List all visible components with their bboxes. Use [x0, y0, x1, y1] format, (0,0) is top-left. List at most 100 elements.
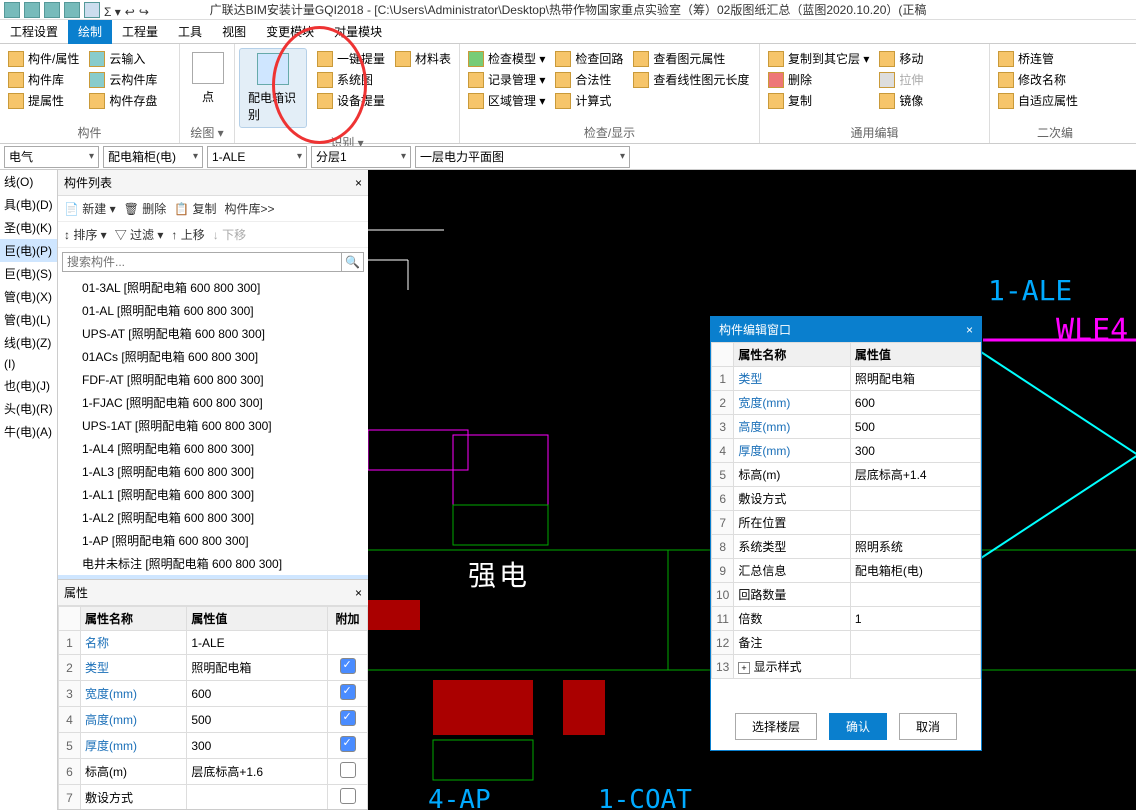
btn-copy[interactable]: 📋 复制: [174, 200, 216, 217]
dd-category[interactable]: 电气▾: [4, 146, 99, 168]
btn-one-key-qty[interactable]: 一键提量: [313, 48, 389, 69]
btn-copy[interactable]: 复制: [764, 90, 873, 111]
table-row[interactable]: 7敷设方式: [59, 785, 368, 810]
tree-item[interactable]: 圣(电)(K): [0, 216, 57, 239]
list-item[interactable]: 01ACs [照明配电箱 600 800 300]: [58, 345, 368, 368]
checkbox[interactable]: [340, 710, 356, 726]
checkbox[interactable]: [340, 788, 356, 804]
qat-icon[interactable]: [44, 2, 60, 18]
btn-cloud-lib[interactable]: 云构件库: [85, 69, 161, 90]
list-item[interactable]: 01-AL [照明配电箱 600 800 300]: [58, 299, 368, 322]
panel-close-icon[interactable]: ×: [355, 176, 362, 190]
btn-material-list[interactable]: 材料表: [391, 48, 455, 69]
btn-point[interactable]: 点: [184, 48, 232, 109]
btn-save-component[interactable]: 构件存盘: [85, 90, 161, 111]
btn-copy-layer[interactable]: 复制到其它层 ▾: [764, 48, 873, 69]
checkbox[interactable]: [340, 736, 356, 752]
list-item[interactable]: UPS-1AT [照明配电箱 600 800 300]: [58, 414, 368, 437]
search-icon[interactable]: 🔍: [342, 252, 364, 272]
btn-check-model[interactable]: 检查模型 ▾: [464, 48, 549, 69]
list-item[interactable]: 1-AP [照明配电箱 600 800 300]: [58, 529, 368, 552]
checkbox[interactable]: [340, 684, 356, 700]
btn-new[interactable]: 📄 新建 ▾: [64, 200, 116, 217]
tab-project-settings[interactable]: 工程设置: [0, 20, 68, 44]
tab-tools[interactable]: 工具: [168, 20, 212, 44]
btn-component-lib[interactable]: 构件库: [4, 69, 83, 90]
qat-icon[interactable]: [64, 2, 80, 18]
table-row[interactable]: 5标高(m)层底标高+1.4: [712, 463, 981, 487]
qat-icon[interactable]: [84, 2, 100, 18]
table-row[interactable]: 4厚度(mm)300: [712, 439, 981, 463]
tab-view[interactable]: 视图: [212, 20, 256, 44]
btn-rename[interactable]: 修改名称: [994, 69, 1082, 90]
tree-item[interactable]: 牛(电)(A): [0, 420, 57, 443]
table-row[interactable]: 1类型照明配电箱: [712, 367, 981, 391]
expand-icon[interactable]: +: [738, 662, 749, 674]
tab-change[interactable]: 变更模块: [256, 20, 324, 44]
table-row[interactable]: 12备注: [712, 631, 981, 655]
btn-record-mgmt[interactable]: 记录管理 ▾: [464, 69, 549, 90]
checkbox[interactable]: [340, 658, 356, 674]
btn-cancel[interactable]: 取消: [899, 713, 957, 740]
btn-move[interactable]: 移动: [875, 48, 927, 69]
table-row[interactable]: 7所在位置: [712, 511, 981, 535]
btn-calc[interactable]: 计算式: [551, 90, 627, 111]
btn-down[interactable]: ↓ 下移: [213, 226, 246, 243]
btn-confirm[interactable]: 确认: [829, 713, 887, 740]
table-row[interactable]: 13+显示样式: [712, 655, 981, 679]
btn-check-circuit[interactable]: 检查回路: [551, 48, 627, 69]
btn-device-qty[interactable]: 设备提量: [313, 90, 389, 111]
list-item[interactable]: UPS-AT [照明配电箱 600 800 300]: [58, 322, 368, 345]
btn-extract-props[interactable]: 提属性: [4, 90, 83, 111]
table-row[interactable]: 2类型照明配电箱: [59, 655, 368, 681]
left-nav-tree[interactable]: 线(O) 具(电)(D) 圣(电)(K) 巨(电)(P) 巨(电)(S) 管(电…: [0, 170, 58, 810]
table-row[interactable]: 9汇总信息配电箱柜(电): [712, 559, 981, 583]
tree-item-selected[interactable]: 巨(电)(P): [0, 239, 57, 262]
btn-cloud-input[interactable]: 云输入: [85, 48, 161, 69]
table-row[interactable]: 3宽度(mm)600: [59, 681, 368, 707]
list-item[interactable]: 01-3AL [照明配电箱 600 800 300]: [58, 276, 368, 299]
tree-item[interactable]: 巨(电)(S): [0, 262, 57, 285]
list-item[interactable]: 1-ALE [照明配电箱 600 800 300]: [58, 575, 368, 579]
list-item[interactable]: 1-AL2 [照明配电箱 600 800 300]: [58, 506, 368, 529]
btn-adaptive[interactable]: 自适应属性: [994, 90, 1082, 111]
edit-property-table[interactable]: 属性名称 属性值 1类型照明配电箱2宽度(mm)6003高度(mm)5004厚度…: [711, 342, 981, 679]
btn-sort[interactable]: ↕ 排序 ▾: [64, 226, 107, 243]
component-edit-window[interactable]: 构件编辑窗口 × 属性名称 属性值 1类型照明配电箱2宽度(mm)6003高度(…: [710, 316, 982, 751]
btn-up[interactable]: ↑ 上移: [171, 226, 204, 243]
btn-view-length[interactable]: 查看线性图元长度: [629, 69, 753, 90]
dd-drawing[interactable]: 一层电力平面图▾: [415, 146, 630, 168]
btn-stretch[interactable]: 拉伸: [875, 69, 927, 90]
tab-qty[interactable]: 工程量: [112, 20, 168, 44]
table-row[interactable]: 4高度(mm)500: [59, 707, 368, 733]
btn-mirror[interactable]: 镜像: [875, 90, 927, 111]
btn-recognize-box[interactable]: 配电箱识别: [239, 48, 307, 128]
btn-del[interactable]: 🗑 删除: [124, 200, 167, 217]
panel-close-icon[interactable]: ×: [355, 586, 362, 600]
search-input[interactable]: [62, 252, 342, 272]
dd-name[interactable]: 1-ALE▾: [207, 146, 307, 168]
list-item[interactable]: 电井未标注 [照明配电箱 600 800 300]: [58, 552, 368, 575]
property-table[interactable]: 属性名称 属性值 附加 1名称1-ALE2类型照明配电箱3宽度(mm)6004高…: [58, 606, 368, 810]
table-row[interactable]: 3高度(mm)500: [712, 415, 981, 439]
table-row[interactable]: 1名称1-ALE: [59, 631, 368, 655]
list-item[interactable]: 1-AL4 [照明配电箱 600 800 300]: [58, 437, 368, 460]
checkbox[interactable]: [340, 762, 356, 778]
table-row[interactable]: 6敷设方式: [712, 487, 981, 511]
list-item[interactable]: FDF-AT [照明配电箱 600 800 300]: [58, 368, 368, 391]
tab-compare[interactable]: 对量模块: [324, 20, 392, 44]
tree-item[interactable]: 线(电)(Z): [0, 331, 57, 354]
tree-item[interactable]: 管(电)(X): [0, 285, 57, 308]
table-row[interactable]: 10回路数量: [712, 583, 981, 607]
list-item[interactable]: 1-FJAC [照明配电箱 600 800 300]: [58, 391, 368, 414]
close-icon[interactable]: ×: [966, 323, 973, 337]
list-item[interactable]: 1-AL1 [照明配电箱 600 800 300]: [58, 483, 368, 506]
tree-item[interactable]: 线(O): [0, 170, 57, 193]
btn-view-props[interactable]: 查看图元属性: [629, 48, 753, 69]
btn-delete[interactable]: 删除: [764, 69, 873, 90]
table-row[interactable]: 5厚度(mm)300: [59, 733, 368, 759]
btn-system-diagram[interactable]: 系统图: [313, 69, 389, 90]
btn-legality[interactable]: 合法性: [551, 69, 627, 90]
btn-lib[interactable]: 构件库>>: [225, 200, 275, 217]
tree-item[interactable]: 具(电)(D): [0, 193, 57, 216]
